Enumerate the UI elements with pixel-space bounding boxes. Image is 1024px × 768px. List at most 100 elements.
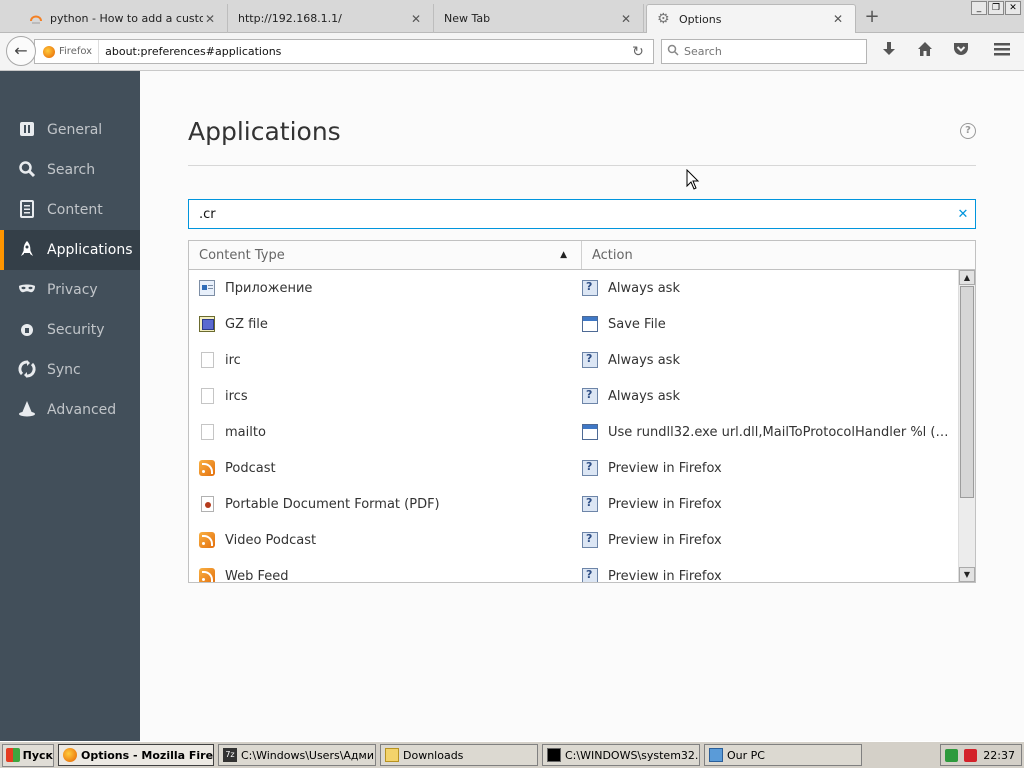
preview-icon bbox=[582, 532, 598, 548]
tab-new-tab[interactable]: New Tab ✕ bbox=[434, 4, 644, 33]
filter-search-box[interactable]: ✕ bbox=[188, 199, 976, 229]
tab-python[interactable]: python - How to add a custo... ✕ bbox=[18, 4, 228, 33]
close-icon[interactable]: ✕ bbox=[831, 12, 845, 26]
taskbar-item-label: Downloads bbox=[403, 748, 464, 762]
table-row[interactable]: GZ file Save File bbox=[189, 306, 959, 342]
python-icon bbox=[28, 11, 44, 27]
scroll-down-arrow-icon[interactable]: ▼ bbox=[959, 567, 975, 582]
sidebar-item-security[interactable]: Security bbox=[0, 310, 140, 350]
home-icon[interactable] bbox=[913, 41, 937, 63]
sidebar-item-search[interactable]: Search bbox=[0, 150, 140, 190]
tab-title: http://192.168.1.1/ bbox=[238, 12, 342, 25]
applications-icon bbox=[17, 240, 37, 260]
action-label[interactable]: Save File bbox=[608, 317, 950, 332]
content-type-label: ircs bbox=[225, 388, 248, 404]
scroll-up-arrow-icon[interactable]: ▲ bbox=[959, 270, 975, 285]
clear-filter-icon[interactable]: ✕ bbox=[951, 207, 975, 222]
close-icon[interactable]: ✕ bbox=[409, 12, 423, 26]
gear-icon: ⚙ bbox=[657, 11, 670, 27]
search-bar[interactable] bbox=[661, 39, 867, 64]
action-label[interactable]: Use rundll32.exe url.dll,MailToProtocolH… bbox=[608, 425, 950, 440]
sidebar-item-privacy[interactable]: Privacy bbox=[0, 270, 140, 310]
table-row[interactable]: Podcast Preview in Firefox bbox=[189, 450, 959, 486]
help-icon[interactable]: ? bbox=[960, 123, 976, 139]
identity-box[interactable]: Firefox bbox=[35, 40, 100, 63]
page-title: Applications bbox=[188, 117, 341, 146]
taskbar-item-our-pc[interactable]: Our PC bbox=[704, 744, 862, 766]
content-type-label: Podcast bbox=[225, 460, 276, 476]
new-tab-plus-icon[interactable]: + bbox=[860, 6, 884, 28]
sidebar-item-label: Sync bbox=[47, 362, 81, 378]
taskbar-item-7zip[interactable]: 7z C:\Windows\Users\Адми... bbox=[218, 744, 376, 766]
always-ask-icon bbox=[582, 352, 598, 368]
pocket-icon[interactable] bbox=[949, 41, 973, 63]
sidebar-item-sync[interactable]: Sync bbox=[0, 350, 140, 390]
sync-icon bbox=[17, 360, 37, 380]
taskbar-item-cmd[interactable]: C:\WINDOWS\system32... bbox=[542, 744, 700, 766]
tab-router[interactable]: http://192.168.1.1/ ✕ bbox=[228, 4, 434, 33]
action-label[interactable]: Preview in Firefox bbox=[608, 569, 950, 583]
taskbar-item-label: Our PC bbox=[727, 748, 765, 762]
table-row[interactable]: Web Feed Preview in Firefox bbox=[189, 558, 959, 583]
action-label[interactable]: Preview in Firefox bbox=[608, 461, 950, 476]
tray-network-icon[interactable] bbox=[945, 748, 959, 762]
action-label[interactable]: Preview in Firefox bbox=[608, 533, 950, 548]
url-text[interactable]: about:preferences#applications bbox=[99, 45, 623, 58]
table-row[interactable]: mailto Use rundll32.exe url.dll,MailToPr… bbox=[189, 414, 959, 450]
taskbar-item-downloads[interactable]: Downloads bbox=[380, 744, 538, 766]
maximize-button[interactable]: ❐ bbox=[988, 1, 1004, 15]
close-icon[interactable]: ✕ bbox=[619, 12, 633, 26]
close-icon[interactable]: ✕ bbox=[203, 12, 217, 26]
search-input[interactable] bbox=[684, 45, 866, 58]
action-label[interactable]: Preview in Firefox bbox=[608, 497, 950, 512]
filter-input[interactable] bbox=[189, 206, 951, 222]
application-file-icon bbox=[199, 280, 215, 296]
reload-icon[interactable]: ↻ bbox=[623, 44, 653, 60]
start-button[interactable]: Пуск bbox=[2, 743, 54, 767]
table-row[interactable]: irc Always ask bbox=[189, 342, 959, 378]
minimize-button[interactable]: _ bbox=[971, 1, 987, 15]
close-window-button[interactable]: ✕ bbox=[1005, 1, 1021, 15]
back-button[interactable]: ← bbox=[6, 36, 36, 66]
applications-pane: Applications ? ✕ Content Type ▲ Action П… bbox=[140, 71, 1024, 741]
action-label[interactable]: Always ask bbox=[608, 389, 950, 404]
sidebar-item-applications[interactable]: Applications bbox=[0, 230, 140, 270]
downloads-icon[interactable] bbox=[877, 41, 901, 63]
column-header-content-type[interactable]: Content Type ▲ bbox=[189, 241, 582, 269]
sidebar-item-advanced[interactable]: Advanced bbox=[0, 390, 140, 430]
taskbar-item-label: C:\WINDOWS\system32... bbox=[565, 748, 700, 762]
sidebar-item-label: Security bbox=[47, 322, 105, 338]
always-ask-icon bbox=[582, 388, 598, 404]
table-row[interactable]: Приложение Always ask bbox=[189, 270, 959, 306]
tab-strip: python - How to add a custo... ✕ http://… bbox=[0, 0, 1024, 33]
save-file-icon bbox=[582, 316, 598, 332]
tab-options[interactable]: ⚙ Options ✕ bbox=[646, 4, 856, 33]
general-icon bbox=[17, 120, 37, 140]
sidebar-item-content[interactable]: Content bbox=[0, 190, 140, 230]
menu-hamburger-icon[interactable] bbox=[990, 41, 1014, 63]
column-header-action[interactable]: Action bbox=[582, 241, 975, 269]
preferences-sidebar: General Search Content Applications Priv… bbox=[0, 71, 140, 741]
action-label[interactable]: Always ask bbox=[608, 353, 950, 368]
windows-logo-icon bbox=[6, 748, 20, 762]
taskbar-item-firefox[interactable]: Options - Mozilla Firef... bbox=[58, 744, 214, 766]
scrollbar-thumb[interactable] bbox=[960, 286, 974, 498]
column-header-label: Action bbox=[592, 247, 633, 263]
table-row[interactable]: ircs Always ask bbox=[189, 378, 959, 414]
search-icon bbox=[662, 44, 684, 59]
content-icon bbox=[17, 200, 37, 220]
tray-antivirus-icon[interactable] bbox=[964, 748, 978, 762]
clock[interactable]: 22:37 bbox=[983, 749, 1015, 762]
action-label[interactable]: Always ask bbox=[608, 281, 950, 296]
table-row[interactable]: Video Podcast Preview in Firefox bbox=[189, 522, 959, 558]
url-bar[interactable]: Firefox about:preferences#applications ↻ bbox=[34, 39, 654, 64]
table-row[interactable]: Portable Document Format (PDF) Preview i… bbox=[189, 486, 959, 522]
list-scrollbar[interactable]: ▲ ▼ bbox=[958, 270, 975, 582]
column-header-label: Content Type bbox=[199, 247, 285, 263]
sidebar-item-general[interactable]: General bbox=[0, 110, 140, 150]
firefox-icon bbox=[63, 748, 77, 762]
preview-icon bbox=[582, 460, 598, 476]
navigation-toolbar: Firefox about:preferences#applications ↻… bbox=[0, 33, 1024, 71]
window-controls: _ ❐ ✕ bbox=[971, 1, 1021, 15]
